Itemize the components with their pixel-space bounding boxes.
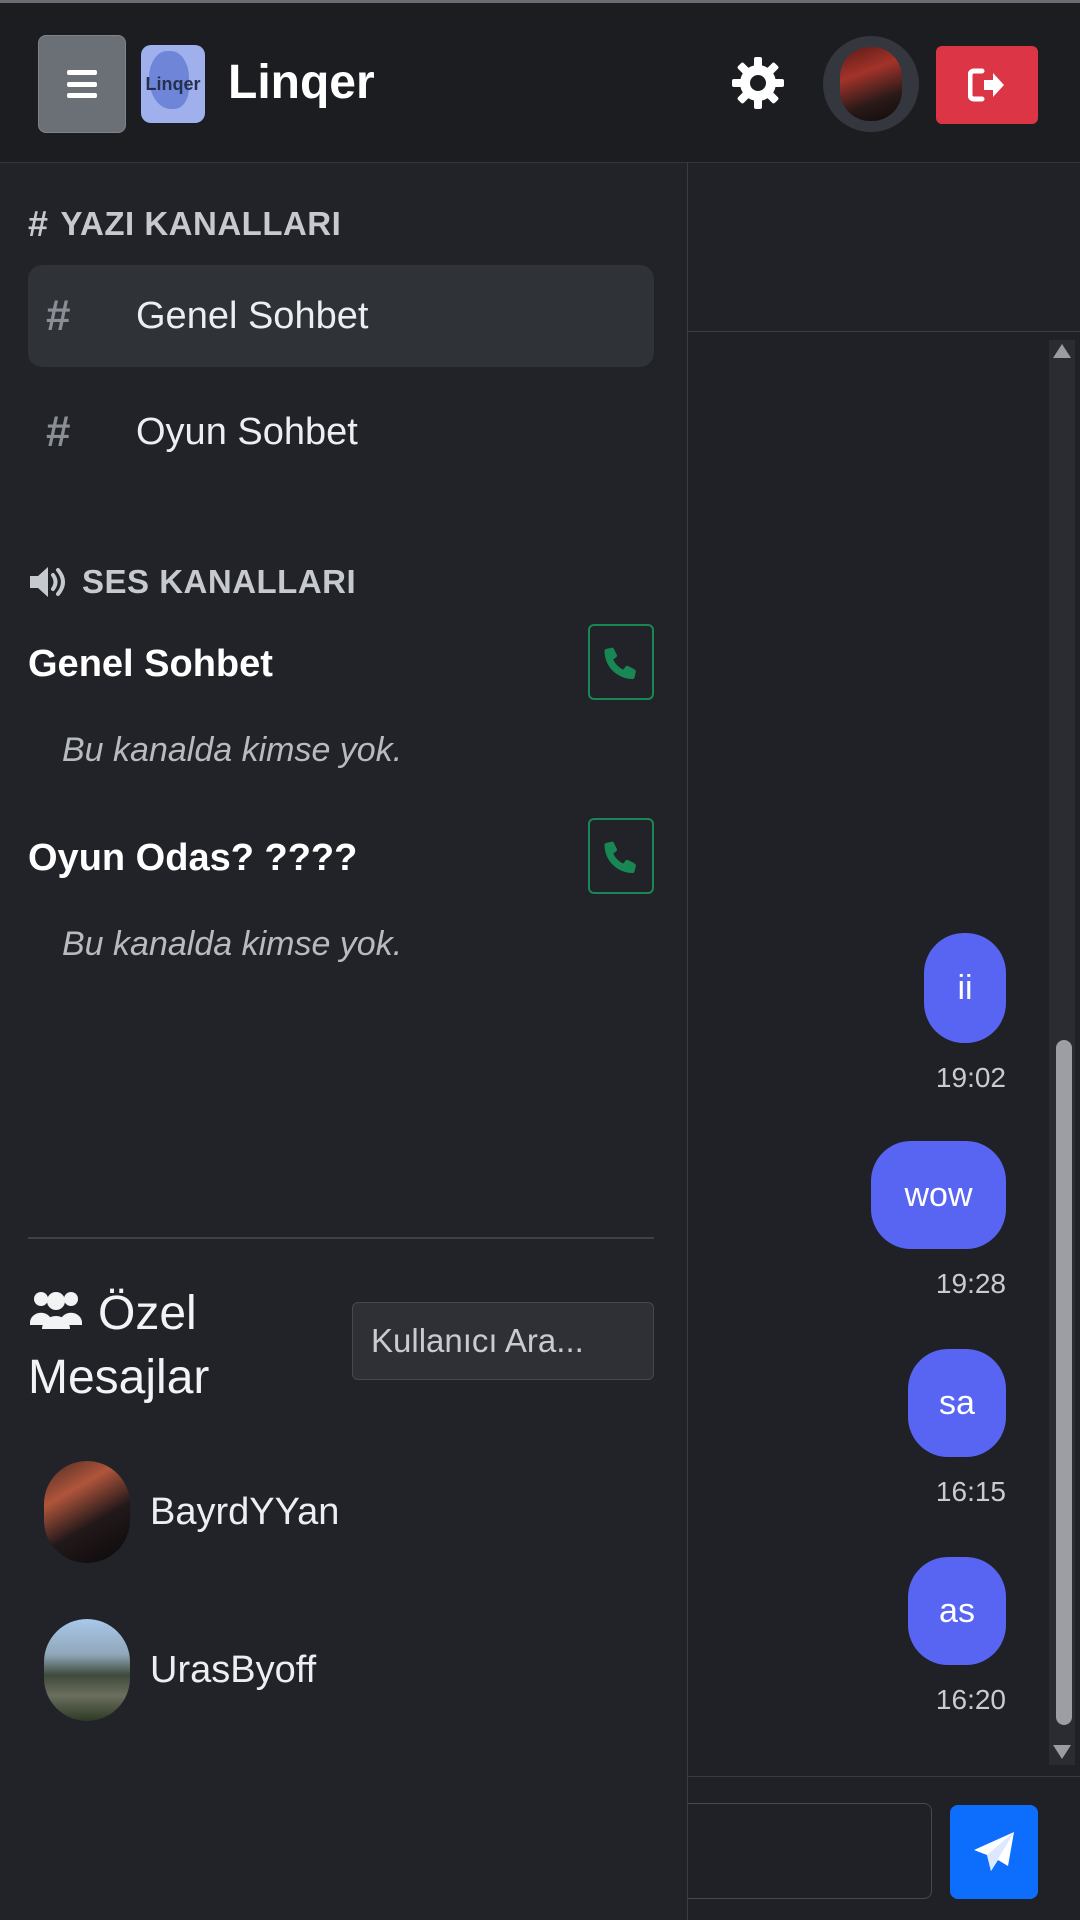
join-voice-button[interactable] bbox=[588, 624, 654, 700]
scroll-up-arrow-icon[interactable] bbox=[1053, 344, 1071, 358]
message-time: 16:20 bbox=[935, 1684, 1006, 1715]
hash-icon: # bbox=[46, 407, 71, 456]
sidebar-toggle-button[interactable] bbox=[38, 35, 126, 133]
message-input[interactable] bbox=[688, 1803, 932, 1899]
channel-sidebar: # YAZI KANALLARI # Genel Sohbet # Oyun S… bbox=[0, 163, 688, 1920]
empty-channel-note: Bu kanalda kimse yok. bbox=[62, 925, 403, 963]
app-title: Linqer bbox=[228, 56, 375, 109]
dm-user-item[interactable]: BayrdYYan bbox=[44, 1461, 339, 1563]
hash-icon: # bbox=[46, 291, 71, 340]
message-time: 16:15 bbox=[935, 1476, 1006, 1507]
join-voice-button[interactable] bbox=[588, 818, 654, 894]
phone-icon bbox=[604, 841, 636, 873]
text-channel-oyun-sohbet[interactable]: # Oyun Sohbet bbox=[28, 381, 654, 483]
chat-header bbox=[688, 163, 1080, 332]
voice-channel-name: Genel Sohbet bbox=[28, 643, 273, 685]
top-navbar: Linqer Linqer bbox=[0, 3, 1080, 163]
phone-icon bbox=[604, 647, 636, 679]
voice-channels-heading: SES KANALLARI bbox=[28, 563, 356, 601]
hamburger-icon bbox=[67, 70, 97, 98]
scrollbar-thumb[interactable] bbox=[1056, 1040, 1072, 1725]
channel-label: Oyun Sohbet bbox=[136, 410, 358, 453]
dm-heading-line1: Özel bbox=[98, 1287, 197, 1340]
voice-channels-heading-label: SES KANALLARI bbox=[82, 563, 357, 600]
user-avatar bbox=[44, 1619, 130, 1721]
message-time: 19:28 bbox=[935, 1268, 1006, 1299]
channel-label: Genel Sohbet bbox=[136, 294, 369, 337]
empty-channel-note: Bu kanalda kimse yok. bbox=[62, 731, 403, 769]
text-channels-heading-label: YAZI KANALLARI bbox=[60, 205, 342, 242]
message-bubble: wow bbox=[871, 1141, 1006, 1249]
app-logo: Linqer bbox=[141, 45, 205, 123]
paper-plane-icon bbox=[974, 1832, 1014, 1871]
dm-user-item[interactable]: UrasByoff bbox=[44, 1619, 316, 1721]
dm-heading-line2: Mesajlar bbox=[28, 1351, 210, 1405]
users-icon bbox=[28, 1285, 84, 1347]
logout-button[interactable] bbox=[936, 46, 1038, 124]
scroll-down-arrow-icon[interactable] bbox=[1053, 1745, 1071, 1759]
user-avatar bbox=[44, 1461, 130, 1563]
volume-icon bbox=[30, 567, 65, 597]
user-name: UrasByoff bbox=[150, 1648, 317, 1691]
text-channels-heading: # YAZI KANALLARI bbox=[28, 203, 341, 245]
direct-messages-heading: Özel Mesajlar bbox=[28, 1283, 209, 1409]
logo-text: Linqer bbox=[145, 73, 201, 94]
text-channel-genel-sohbet[interactable]: # Genel Sohbet bbox=[28, 265, 654, 367]
user-search-input[interactable] bbox=[352, 1302, 654, 1380]
send-button[interactable] bbox=[950, 1805, 1038, 1899]
message-time: 19:02 bbox=[935, 1062, 1006, 1093]
message-bubble: sa bbox=[908, 1349, 1006, 1457]
avatar-image bbox=[840, 47, 902, 121]
section-divider bbox=[28, 1237, 654, 1239]
voice-channel-name: Oyun Odas? ???? bbox=[28, 837, 358, 879]
settings-gear-icon[interactable] bbox=[730, 55, 786, 111]
chat-panel bbox=[688, 163, 1080, 1920]
message-bubble: ii bbox=[924, 933, 1006, 1043]
hash-icon: # bbox=[28, 203, 49, 244]
user-name: BayrdYYan bbox=[150, 1490, 340, 1533]
profile-avatar[interactable] bbox=[823, 36, 919, 132]
message-bubble: as bbox=[908, 1557, 1006, 1665]
sign-out-icon bbox=[968, 68, 1004, 102]
